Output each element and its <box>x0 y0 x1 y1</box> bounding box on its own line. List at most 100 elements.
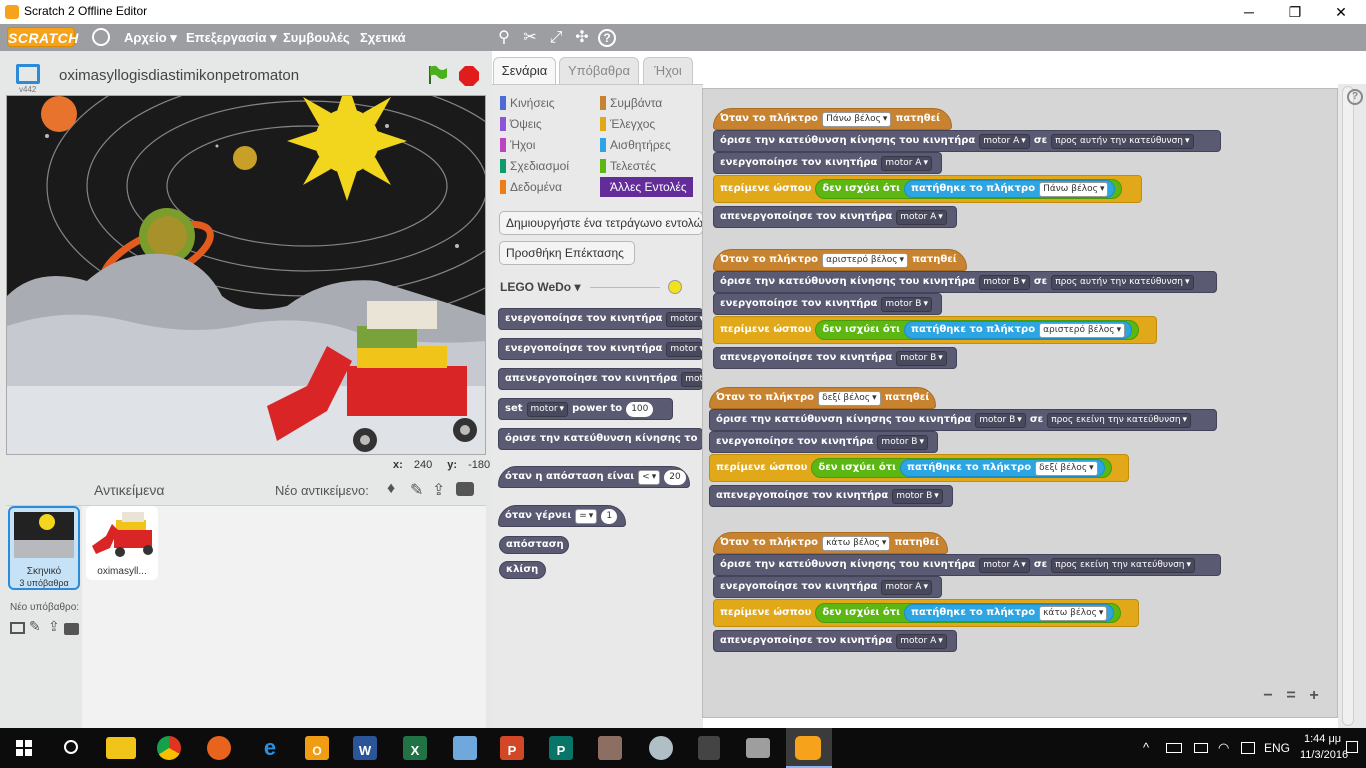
file-explorer-icon[interactable] <box>106 737 136 759</box>
motor-dropdown[interactable]: motor B <box>979 274 1030 290</box>
category-sensing[interactable]: Αισθητήρες <box>600 137 671 153</box>
menu-file[interactable]: Αρχείο ▾ <box>124 30 177 46</box>
start-windows-icon[interactable] <box>16 740 32 756</box>
zoom-in-button[interactable]: + <box>1305 687 1323 705</box>
key-dropdown[interactable]: κάτω βέλος <box>822 535 891 551</box>
key-dropdown[interactable]: αριστερό βέλος <box>822 252 909 268</box>
paint-brush-icon[interactable]: ✎ <box>410 480 423 500</box>
camera-icon[interactable] <box>456 482 474 496</box>
tab-backdrops[interactable]: Υπόβαθρα <box>559 57 639 84</box>
zoom-reset-button[interactable]: = <box>1282 687 1300 705</box>
key-pressed-sensor[interactable]: πατήθηκε το πλήκτρο δεξί βέλος <box>900 459 1105 477</box>
app-icon-10[interactable] <box>746 738 770 758</box>
motor-dropdown[interactable]: motor A <box>881 579 932 595</box>
help-panel-icon[interactable]: ? <box>1347 89 1363 105</box>
key-dropdown[interactable]: δεξί βέλος <box>818 390 881 406</box>
palette-block-when-tilt[interactable]: όταν γέρνει = 1 <box>498 505 626 527</box>
not-operator-block[interactable]: δεν ισχύει ότι πατήθηκε το πλήκτρο Πάνω βέ… <box>815 179 1123 199</box>
scratch-app-icon[interactable] <box>795 736 821 760</box>
tab-sounds[interactable]: Ήχοι <box>643 57 693 84</box>
set-direction-block[interactable]: όρισε την κατεύθυνση κίνησης του κινητήρ… <box>713 271 1217 293</box>
motor-on-block[interactable]: ενεργοποίησε τον κινητήρα motor B <box>713 293 942 315</box>
key-dropdown[interactable]: δεξί βέλος <box>1035 460 1098 476</box>
category-pen[interactable]: Σχεδιασμοί Πένας <box>500 158 600 174</box>
palette-reporter-distance[interactable]: απόσταση <box>499 536 569 554</box>
app-icon-7[interactable] <box>598 736 622 760</box>
powerpoint-icon[interactable]: P <box>500 736 524 760</box>
not-operator-block[interactable]: δεν ισχύει ότι πατήθηκε το πλήκτρο κάτω βέ… <box>815 603 1122 623</box>
key-pressed-sensor[interactable]: πατήθηκε το πλήκτρο κάτω βέλος <box>904 604 1115 622</box>
palette-block-set-power[interactable]: set motor power to100 <box>498 398 673 420</box>
set-direction-block[interactable]: όρισε την κατεύθυνση κίνησης του κινητήρ… <box>713 130 1221 152</box>
sprite-tile[interactable]: oximasyll... <box>86 506 158 580</box>
motor-dropdown[interactable]: motor B <box>881 296 932 312</box>
motor-on-block[interactable]: ενεργοποίησε τον κινητήρα motor B <box>709 431 938 453</box>
direction-dropdown[interactable]: προς αυτήν την κατεύθυνση <box>1051 274 1194 290</box>
delete-scissors-icon[interactable]: ✂ <box>520 28 540 48</box>
menu-edit[interactable]: Επεξεργασία ▾ <box>186 30 277 46</box>
tab-scripts[interactable]: Σενάρια <box>493 57 556 84</box>
backdrop-paint-icon[interactable]: ✎ <box>29 618 41 635</box>
distance-input[interactable]: 20 <box>664 469 686 485</box>
category-operators[interactable]: Τελεστές <box>600 158 656 174</box>
motor-dropdown[interactable]: motor A <box>979 557 1030 573</box>
category-motion[interactable]: Κινήσεις <box>500 95 555 111</box>
excel-icon[interactable]: X <box>403 736 427 760</box>
grow-icon[interactable]: ⤢ <box>546 28 566 48</box>
internet-explorer-icon[interactable]: e <box>255 733 285 763</box>
input-language[interactable]: ENG <box>1264 741 1290 755</box>
key-pressed-sensor[interactable]: πατήθηκε το πλήκτρο Πάνω βέλος <box>904 180 1116 198</box>
set-direction-block[interactable]: όρισε την κατεύθυνση κίνησης του κινητήρ… <box>709 409 1217 431</box>
category-looks[interactable]: Όψεις <box>500 116 542 132</box>
palette-block-motor-off[interactable]: απενεργοποίησε τον κινητήρα mot <box>498 368 714 390</box>
motor-dropdown[interactable]: motor A <box>896 209 947 225</box>
category-more-blocks[interactable]: Άλλες Εντολές <box>600 177 693 197</box>
wait-until-block[interactable]: περίμενε ώσπου δεν ισχύει ότι πατήθηκε το … <box>713 599 1139 627</box>
category-control[interactable]: Έλεγχος <box>600 116 655 132</box>
notifications-icon[interactable] <box>1241 742 1255 754</box>
when-key-pressed-block[interactable]: Όταν το πλήκτρο κάτω βέλος πατηθεί <box>713 532 948 554</box>
palette-block-set-direction[interactable]: όρισε την κατεύθυνση κίνησης το <box>498 428 703 450</box>
backdrop-upload-icon[interactable]: ⇪ <box>48 618 60 635</box>
motor-dropdown[interactable]: motor A <box>896 633 947 649</box>
motor-off-block[interactable]: απενεργοποίησε τον κινητήρα motor A <box>713 630 957 652</box>
key-pressed-sensor[interactable]: πατήθηκε το πλήκτρο αριστερό βέλος <box>904 321 1133 339</box>
motor-dropdown[interactable]: motor B <box>892 488 943 504</box>
firefox-icon[interactable] <box>207 736 231 760</box>
motor-off-block[interactable]: απενεργοποίησε τον κινητήρα motor A <box>713 206 957 228</box>
key-dropdown[interactable]: Πάνω βέλος <box>1039 181 1109 197</box>
key-dropdown[interactable]: αριστερό βέλος <box>1039 322 1126 338</box>
publisher-icon[interactable]: P <box>549 736 573 760</box>
palette-block-when-distance[interactable]: όταν η απόσταση είναι <20 <box>498 466 690 488</box>
motor-dropdown[interactable]: motor B <box>877 434 928 450</box>
make-block-button[interactable]: Δημιουργήστε ένα τετράγωνο εντολών <box>499 211 703 235</box>
network-icon[interactable] <box>1194 743 1208 753</box>
help-icon[interactable]: ? <box>598 29 616 47</box>
wait-until-block[interactable]: περίμενε ώσπου δεν ισχύει ότι πατήθηκε το … <box>709 454 1129 482</box>
block-dropdown[interactable]: < <box>638 469 661 485</box>
upload-icon[interactable]: ⇪ <box>432 480 445 500</box>
backdrop-library-icon[interactable] <box>10 622 25 634</box>
action-center-icon[interactable] <box>1346 741 1358 753</box>
project-title[interactable]: oximasyllogisdiastimikonpetromaton <box>59 67 299 84</box>
palette-block-motor-on-for[interactable]: ενεργοποίησε τον κινητήρα motor <box>498 338 708 360</box>
category-events[interactable]: Συμβάντα <box>600 95 662 111</box>
close-button[interactable]: ✕ <box>1318 0 1364 24</box>
block-dropdown[interactable]: motor <box>526 401 569 417</box>
stage-thumbnail[interactable]: Σκηνικό 3 υπόβαθρα <box>8 506 80 590</box>
palette-block-motor-on[interactable]: ενεργοποίησε τον κινητήρα motor <box>498 308 708 330</box>
palette-reporter-tilt[interactable]: κλίση <box>499 561 546 579</box>
motor-off-block[interactable]: απενεργοποίησε τον κινητήρα motor B <box>709 485 953 507</box>
motor-on-block[interactable]: ενεργοποίησε τον κινητήρα motor A <box>713 152 942 174</box>
category-sound[interactable]: Ήχοι <box>500 137 535 153</box>
menu-tips[interactable]: Συμβουλές <box>283 30 350 45</box>
motor-dropdown[interactable]: motor A <box>979 133 1030 149</box>
key-dropdown[interactable]: κάτω βέλος <box>1039 605 1108 621</box>
set-direction-block[interactable]: όρισε την κατεύθυνση κίνησης του κινητήρ… <box>713 554 1221 576</box>
menu-about[interactable]: Σχετικά <box>360 30 406 45</box>
add-extension-button[interactable]: Προσθήκη Επέκτασης <box>499 241 635 265</box>
not-operator-block[interactable]: δεν ισχύει ότι πατήθηκε το πλήκτρο αριστερ… <box>815 320 1140 340</box>
motor-dropdown[interactable]: motor B <box>975 412 1026 428</box>
stop-sign-icon[interactable] <box>459 66 479 86</box>
duplicate-stamp-icon[interactable]: ⚲ <box>494 28 514 48</box>
